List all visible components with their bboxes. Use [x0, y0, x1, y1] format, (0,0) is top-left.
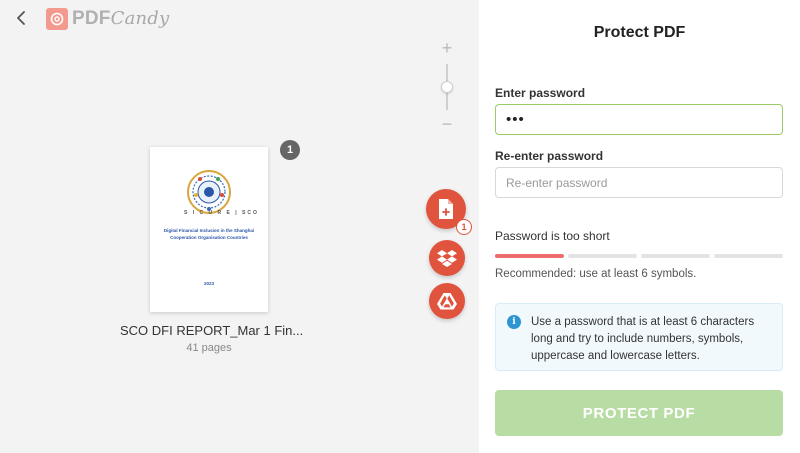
password-strength-meter [495, 254, 783, 258]
zoom-control: + − [437, 39, 457, 133]
added-files-count: 1 [456, 219, 472, 235]
password-recommendation: Recommended: use at least 6 symbols. [495, 268, 697, 280]
info-icon: i [507, 315, 521, 329]
back-button[interactable] [12, 8, 32, 28]
file-thumbnail[interactable]: S I C U R E | SCO Digital Financial Incl… [150, 147, 268, 312]
thumbnail-logos: S I C U R E | SCO [184, 210, 259, 216]
zoom-out-button[interactable]: − [437, 115, 457, 133]
google-drive-icon [437, 293, 457, 310]
protect-panel: Protect PDF Enter password Re-enter pass… [479, 0, 800, 453]
logo-text: PDFCandy [72, 8, 169, 30]
password-strength-text: Password is too short [495, 229, 610, 243]
thumbnail-title: Digital Financial Inclusion in the Shang… [163, 228, 255, 240]
dropbox-button[interactable] [429, 240, 465, 276]
strength-segment [641, 254, 710, 258]
dropbox-icon [437, 250, 457, 267]
zoom-slider-thumb[interactable] [441, 81, 453, 93]
add-file-icon [439, 199, 453, 219]
thumbnail-year: 2023 [203, 281, 214, 286]
info-box: i Use a password that is at least 6 char… [495, 303, 783, 371]
password-label: Enter password [495, 86, 586, 100]
protect-pdf-button[interactable]: PROTECT PDF [495, 390, 783, 436]
logo[interactable]: PDFCandy [46, 8, 169, 30]
candy-logo-icon [46, 8, 68, 30]
info-text: Use a password that is at least 6 charac… [531, 316, 755, 362]
logo-candy: Candy [110, 8, 170, 29]
reenter-password-input[interactable] [495, 167, 783, 198]
file-index-badge: 1 [280, 140, 300, 160]
file-name: SCO DFI REPORT_Mar 1 Fin... [120, 323, 304, 338]
reenter-password-label: Re-enter password [495, 149, 604, 163]
file-page-count: 41 pages [186, 342, 232, 354]
password-input[interactable] [495, 104, 783, 135]
workspace: PDFCandy + − S I C U R E | SCO Digital F… [0, 0, 479, 453]
strength-segment [568, 254, 637, 258]
zoom-in-button[interactable]: + [437, 39, 457, 57]
strength-segment [714, 254, 783, 258]
logo-pdf: PDF [72, 8, 111, 29]
strength-segment [495, 254, 564, 258]
panel-title: Protect PDF [593, 24, 686, 41]
chevron-left-icon [17, 11, 25, 25]
google-drive-button[interactable] [429, 283, 465, 319]
sco-seal-icon [187, 170, 231, 214]
